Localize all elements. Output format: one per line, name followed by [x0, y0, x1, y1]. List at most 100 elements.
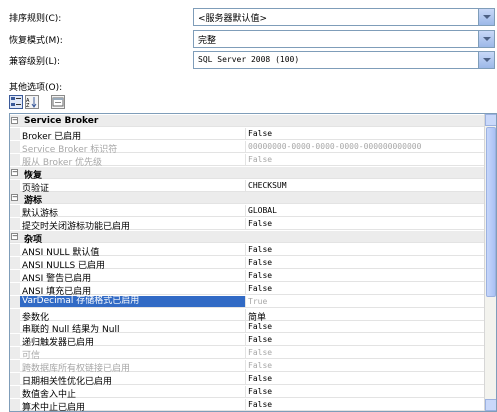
collapse-icon[interactable]: − [11, 194, 18, 201]
collapse-icon[interactable]: − [11, 117, 18, 124]
row-gutter [10, 205, 20, 217]
property-grid[interactable]: − Service Broker Broker 已启用 False Service Br… [9, 113, 497, 412]
property-value[interactable]: True [248, 297, 267, 306]
grid-property-row[interactable]: ANSI NULLS 已启用 False [10, 257, 484, 271]
grid-category[interactable]: − Service Broker [10, 115, 484, 127]
property-value[interactable]: False [248, 374, 272, 383]
chevron-down-icon[interactable] [478, 9, 494, 25]
row-gutter [10, 386, 20, 398]
property-value[interactable]: False [248, 219, 272, 228]
column-divider [245, 257, 246, 269]
category-name: Service Broker [24, 116, 99, 126]
grid-property-row[interactable]: VarDecimal 存储格式已启用 True [10, 296, 484, 308]
property-value[interactable]: False [248, 129, 272, 138]
property-value[interactable]: False [248, 245, 272, 254]
compat-label: 兼容级别(L): [9, 57, 61, 67]
property-value[interactable]: False [248, 387, 272, 396]
column-divider [245, 283, 246, 295]
row-gutter [10, 360, 20, 372]
grid-property-row[interactable]: 日期相关性优化已启用 False [10, 373, 484, 387]
grid-property-row[interactable]: 数值舍入中止 False [10, 386, 484, 400]
row-gutter [10, 347, 20, 359]
row-gutter [10, 154, 20, 166]
row-gutter [10, 218, 20, 230]
property-value[interactable]: 00000000-0000-0000-0000-000000000000 [248, 142, 421, 151]
sort-az-icon[interactable]: AZ [25, 95, 39, 109]
row-gutter [10, 257, 20, 269]
grid-property-row[interactable]: 参数化 简单 [10, 309, 484, 323]
chevron-down-icon[interactable] [478, 52, 494, 68]
property-value[interactable]: CHECKSUM [248, 181, 287, 190]
row-gutter [10, 283, 20, 295]
grid-property-row[interactable]: 可信 False [10, 347, 484, 361]
column-divider [245, 205, 246, 217]
property-name: 算术中止已启用 [22, 403, 86, 412]
other-options-label: 其他选项(O): [9, 83, 63, 93]
collation-combo[interactable]: <服务器默认值> [193, 8, 495, 26]
column-divider [245, 334, 246, 346]
row-gutter [10, 399, 20, 411]
grid-property-row[interactable]: 提交时关闭游标功能已启用 False [10, 218, 484, 232]
column-divider [245, 347, 246, 359]
property-value[interactable]: False [248, 348, 272, 357]
property-value[interactable]: False [248, 271, 272, 280]
grid-category[interactable]: − 游标 [10, 192, 484, 206]
grid-property-row[interactable]: 算术中止已启用 False [10, 399, 484, 411]
row-gutter [10, 180, 20, 192]
row-gutter [10, 321, 20, 333]
scroll-thumb[interactable] [486, 127, 496, 297]
grid-property-row[interactable]: 递归触发器已启用 False [10, 334, 484, 348]
column-divider [245, 218, 246, 230]
grid-category[interactable]: − 恢复 [10, 167, 484, 181]
compat-value: SQL Server 2008 (100) [198, 55, 300, 64]
row-gutter [10, 244, 20, 256]
property-value[interactable]: False [248, 400, 272, 409]
grid-property-row[interactable]: 默认游标 GLOBAL [10, 205, 484, 219]
grid-property-row[interactable]: Broker 已启用 False [10, 128, 484, 142]
property-value[interactable]: False [248, 335, 272, 344]
property-value[interactable]: False [248, 361, 272, 370]
compat-combo[interactable]: SQL Server 2008 (100) [193, 51, 495, 69]
column-divider [245, 296, 246, 308]
svg-text:Z: Z [26, 103, 30, 108]
grid-property-row[interactable]: ANSI 警告已启用 False [10, 270, 484, 284]
categorized-icon[interactable] [9, 95, 23, 109]
row-gutter [10, 270, 20, 282]
chevron-down-icon[interactable] [478, 31, 494, 47]
grid-property-row[interactable]: 跨数据库所有权链接已启用 False [10, 360, 484, 374]
property-value[interactable]: False [248, 258, 272, 267]
grid-category[interactable]: − 杂项 [10, 231, 484, 245]
column-divider [245, 154, 246, 166]
scroll-up-button[interactable] [485, 114, 496, 126]
recovery-row: 恢复模式(M): 完整 [0, 29, 497, 49]
grid-property-row[interactable]: ANSI 填充已启用 False [10, 283, 484, 297]
property-pages-icon[interactable] [51, 95, 65, 109]
scroll-down-button[interactable] [485, 399, 496, 411]
collation-value: <服务器默认值> [198, 14, 268, 24]
collapse-icon[interactable]: − [11, 233, 18, 240]
grid-property-row[interactable]: 页验证 CHECKSUM [10, 180, 484, 194]
grid-property-row[interactable]: ANSI NULL 默认值 False [10, 244, 484, 258]
row-gutter [10, 309, 20, 321]
property-value[interactable]: False [248, 155, 272, 164]
grid-property-row[interactable]: 服从 Broker 优先级 False [10, 154, 484, 168]
property-value[interactable]: False [248, 322, 272, 331]
column-divider [245, 360, 246, 372]
collapse-icon[interactable]: − [11, 169, 18, 176]
grid-property-row[interactable]: 串联的 Null 结果为 Null False [10, 321, 484, 335]
column-divider [245, 373, 246, 385]
recovery-label: 恢复模式(M): [9, 36, 63, 46]
property-toolbar: AZ [9, 95, 99, 111]
vertical-scrollbar[interactable] [484, 114, 496, 411]
property-name: VarDecimal 存储格式已启用 [20, 296, 245, 307]
grid-property-row[interactable]: Service Broker 标识符 00000000-0000-0000-000… [10, 141, 484, 155]
collation-row: 排序规则(C): <服务器默认值> [0, 7, 497, 27]
recovery-value: 完整 [198, 36, 217, 46]
row-gutter [10, 334, 20, 346]
property-value[interactable]: GLOBAL [248, 206, 277, 215]
column-divider [245, 128, 246, 140]
collation-label: 排序规则(C): [9, 14, 62, 24]
recovery-combo[interactable]: 完整 [193, 30, 495, 48]
property-value[interactable]: False [248, 284, 272, 293]
column-divider [245, 180, 246, 192]
